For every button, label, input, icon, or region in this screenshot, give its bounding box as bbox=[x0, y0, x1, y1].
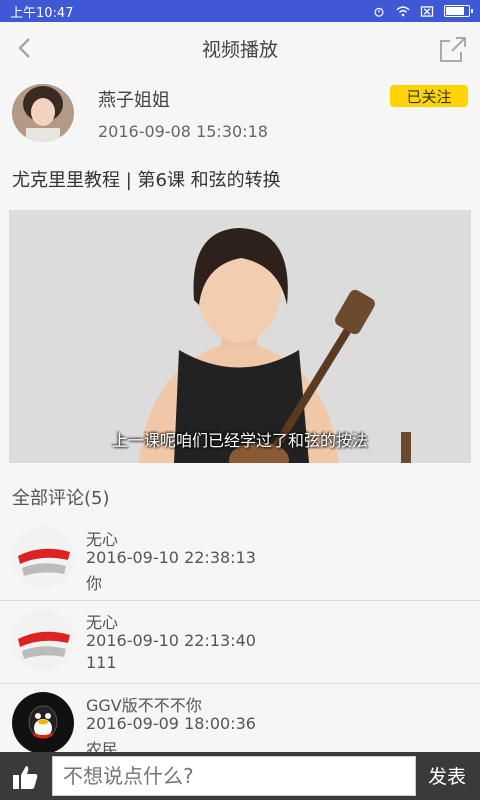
author-header: 燕子姐姐 2016-09-08 15:30:18 已关注 bbox=[0, 80, 480, 150]
sim-icon bbox=[420, 5, 434, 17]
chevron-left-icon[interactable] bbox=[12, 34, 40, 62]
share-icon[interactable] bbox=[438, 34, 468, 64]
comment-input[interactable] bbox=[52, 756, 416, 796]
status-time: 上午10:47 bbox=[10, 5, 74, 21]
comment-time: 2016-09-10 22:13:40 bbox=[86, 631, 256, 650]
author-avatar[interactable] bbox=[12, 84, 74, 142]
thumbs-up-icon[interactable] bbox=[10, 762, 40, 792]
comment-author: 无心 bbox=[86, 613, 119, 632]
author-post-time: 2016-09-08 15:30:18 bbox=[98, 122, 268, 141]
nav-bar: 视频播放 bbox=[0, 22, 480, 74]
comment-avatar[interactable] bbox=[12, 526, 74, 588]
comment-avatar[interactable] bbox=[12, 692, 74, 754]
video-frame bbox=[9, 210, 471, 463]
comment-item[interactable]: 无心 2016-09-10 22:13:40 111 bbox=[0, 601, 480, 684]
author-name[interactable]: 燕子姐姐 bbox=[98, 86, 170, 112]
comment-time: 2016-09-09 18:00:36 bbox=[86, 714, 256, 733]
comments-header: 全部评论(5) bbox=[12, 488, 110, 509]
comment-time: 2016-09-10 22:38:13 bbox=[86, 548, 256, 567]
page-title: 视频播放 bbox=[201, 38, 278, 61]
video-subtitle: 上一课呢咱们已经学过了和弦的按法 bbox=[111, 431, 368, 450]
alarm-icon bbox=[374, 7, 384, 17]
comment-item[interactable]: 无心 2016-09-10 22:38:13 你 bbox=[0, 518, 480, 601]
send-button[interactable]: 发表 bbox=[428, 762, 466, 789]
comment-author: 无心 bbox=[86, 530, 119, 549]
comment-author: GGV版不不不你 bbox=[86, 696, 202, 715]
comment-text: 111 bbox=[86, 653, 117, 672]
video-title: 尤克里里教程 | 第6课 和弦的转换 bbox=[12, 170, 281, 191]
battery-icon bbox=[444, 5, 473, 17]
video-player[interactable]: 上一课呢咱们已经学过了和弦的按法 bbox=[9, 210, 471, 463]
status-bar: 上午10:47 bbox=[0, 0, 480, 22]
follow-button[interactable]: 已关注 bbox=[390, 85, 468, 107]
comment-text: 你 bbox=[86, 574, 103, 593]
compose-bar: 发表 bbox=[0, 752, 480, 800]
comment-avatar[interactable] bbox=[12, 609, 74, 671]
wifi-icon bbox=[396, 5, 410, 16]
